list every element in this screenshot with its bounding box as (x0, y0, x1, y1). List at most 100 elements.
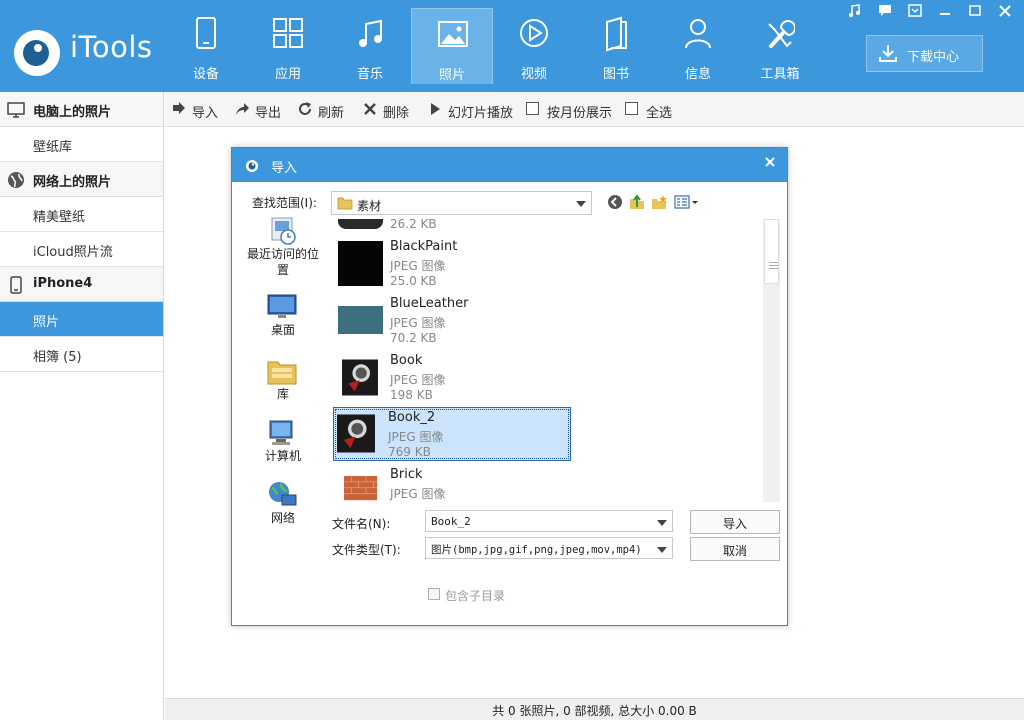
file-list: JPEG 图像 26.2 KB BlackPaint JPEG 图像 25.0 … (333, 219, 781, 502)
select-all-checkbox[interactable]: 全选 (625, 101, 685, 121)
close-icon[interactable] (763, 155, 777, 169)
maximize-icon[interactable] (962, 2, 988, 20)
chevron-down-icon[interactable] (657, 520, 667, 526)
tools-icon (768, 20, 795, 48)
file-thumbnail (338, 306, 383, 334)
nav-apps[interactable]: 应用 (247, 8, 329, 84)
file-item[interactable]: Book JPEG 图像 198 KB (333, 350, 573, 407)
photo-toolbar: 导入 导出 刷新 删除 幻灯片播放 按月份展示 全选 (165, 92, 1024, 127)
import-icon (173, 102, 185, 114)
places-bar: 最近访问的位置 桌面 库 计算机 网络 (242, 216, 324, 525)
photo-icon (438, 21, 468, 47)
nav-info[interactable]: 信息 (657, 8, 739, 84)
checkbox-icon (526, 102, 539, 115)
contact-icon (685, 19, 711, 49)
place-recent[interactable]: 最近访问的位置 (242, 216, 324, 280)
look-in-label: 查找范围(I): (252, 196, 317, 210)
file-item[interactable]: JPEG 图像 26.2 KB (333, 219, 573, 236)
sidebar: 电脑上的照片 壁纸库 网络上的照片 精美壁纸 iCloud照片流 iPhone4… (0, 92, 164, 720)
refresh-button[interactable]: 刷新 (297, 101, 347, 121)
export-icon (236, 103, 249, 115)
checkbox-icon (625, 102, 638, 115)
file-thumbnail (338, 219, 383, 229)
sidebar-item-photos[interactable]: 照片 (0, 302, 163, 337)
place-desktop[interactable]: 桌面 (242, 292, 324, 340)
desktop-icon (267, 294, 297, 318)
logo-icon (14, 30, 60, 76)
refresh-icon (299, 102, 311, 115)
itools-logo-icon (246, 160, 258, 172)
cancel-button[interactable]: 取消 (690, 537, 780, 561)
grip-icon (769, 262, 778, 263)
file-thumbnail (338, 241, 383, 286)
sidebar-item-wallpaper-library[interactable]: 壁纸库 (0, 127, 163, 162)
sidebar-item-wallpapers[interactable]: 精美壁纸 (0, 197, 163, 232)
filetype-select[interactable]: 图片(bmp,jpg,gif,png,jpeg,mov,mp4) (425, 537, 673, 559)
itools-logo: iTools (12, 22, 162, 78)
status-bar: 共 0 张照片, 0 部视频, 总大小 0.00 B (165, 698, 1024, 720)
folder-icon (337, 197, 353, 210)
file-item[interactable]: BlackPaint JPEG 图像 25.0 KB (333, 236, 573, 293)
file-list-scrollbar[interactable] (763, 219, 780, 502)
chevron-down-icon (657, 547, 667, 553)
slideshow-button[interactable]: 幻灯片播放 (427, 101, 517, 121)
music-icon (359, 19, 382, 47)
by-month-checkbox[interactable]: 按月份展示 (526, 101, 616, 121)
apps-icon (273, 18, 303, 48)
new-folder-icon[interactable] (650, 193, 668, 211)
back-icon[interactable] (606, 193, 624, 211)
music-mini-icon[interactable] (842, 2, 868, 20)
sidebar-group-pc-photos[interactable]: 电脑上的照片 (0, 92, 163, 127)
globe-icon (8, 172, 24, 188)
place-computer[interactable]: 计算机 (242, 418, 324, 466)
network-icon (269, 482, 297, 506)
scrollbar-thumb[interactable] (764, 219, 779, 284)
minimize-icon[interactable] (932, 2, 958, 20)
nav-books[interactable]: 图书 (575, 8, 657, 84)
import-button[interactable]: 导入 (171, 101, 221, 121)
chevron-down-icon (576, 201, 586, 207)
file-item[interactable]: Brick JPEG 图像 (333, 464, 573, 502)
file-item-selected[interactable]: Book_2 JPEG 图像 769 KB (333, 407, 571, 461)
nav-music[interactable]: 音乐 (329, 8, 411, 84)
nav-video[interactable]: 视频 (493, 8, 575, 84)
export-button[interactable]: 导出 (234, 101, 284, 121)
file-item[interactable]: BlueLeather JPEG 图像 70.2 KB (333, 293, 573, 350)
app-name: iTools (70, 30, 153, 64)
view-menu-icon[interactable] (674, 193, 700, 211)
nav-photo[interactable]: 照片 (411, 8, 493, 84)
nav-device[interactable]: 设备 (165, 8, 247, 84)
delete-icon (364, 103, 376, 115)
delete-button[interactable]: 删除 (362, 101, 412, 121)
download-icon (879, 45, 897, 62)
look-in-dropdown[interactable]: 素材 (331, 191, 592, 215)
main-nav: 设备 应用 音乐 照片 视频 图书 信息 工具箱 (165, 8, 821, 92)
recent-places-icon (271, 217, 296, 245)
device-icon (196, 17, 216, 49)
book-icon (606, 16, 627, 52)
window-controls (842, 2, 1018, 20)
file-thumbnail (344, 476, 377, 501)
checkbox-icon (428, 588, 440, 600)
computer-icon (269, 420, 293, 445)
import-confirm-button[interactable]: 导入 (690, 510, 780, 534)
download-center-button[interactable]: 下载中心 (866, 35, 983, 72)
up-folder-icon[interactable] (628, 193, 646, 211)
sidebar-group-iphone[interactable]: iPhone4 (0, 267, 163, 302)
sidebar-item-albums[interactable]: 相簿 (5) (0, 337, 163, 372)
place-network[interactable]: 网络 (242, 480, 324, 528)
place-library[interactable]: 库 (242, 356, 324, 404)
phone-icon (10, 276, 22, 294)
app-header: iTools 设备 应用 音乐 照片 视频 图书 信息 工具箱 下载中心 (0, 0, 1024, 92)
feedback-icon[interactable] (872, 2, 898, 20)
dialog-titlebar: 导入 (232, 148, 787, 182)
filename-input[interactable]: Book_2 (425, 510, 673, 532)
close-icon[interactable] (992, 2, 1018, 20)
file-thumbnail (342, 359, 378, 396)
nav-toolbox[interactable]: 工具箱 (739, 8, 821, 84)
filetype-label: 文件类型(T): (332, 543, 401, 557)
filename-label: 文件名(N): (332, 517, 391, 531)
menu-icon[interactable] (902, 2, 928, 20)
sidebar-group-web-photos[interactable]: 网络上的照片 (0, 162, 163, 197)
sidebar-item-icloud-stream[interactable]: iCloud照片流 (0, 232, 163, 267)
